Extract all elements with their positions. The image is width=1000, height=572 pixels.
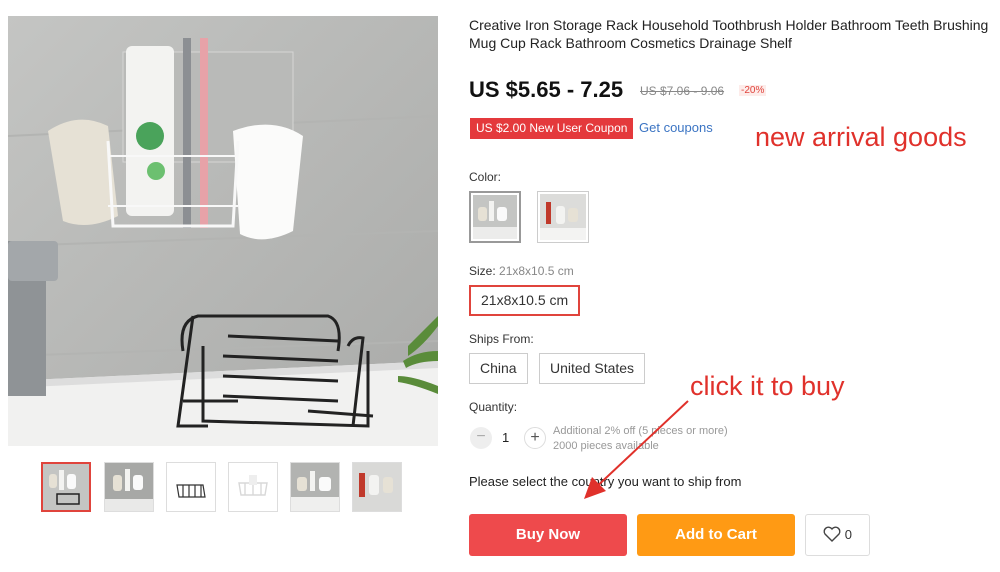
size-label: Size: 21x8x10.5 cm — [469, 264, 574, 278]
main-product-image — [8, 16, 438, 446]
ships-from-label: Ships From: — [469, 332, 534, 346]
annotation-arrow-icon — [584, 400, 689, 499]
color-label: Color: — [469, 170, 502, 184]
ships-from-china[interactable]: China — [469, 353, 528, 384]
original-price: US $7.06 - 9.06 — [640, 84, 725, 98]
quantity-increase-button[interactable]: + — [524, 427, 546, 449]
get-coupons-link[interactable]: Get coupons — [639, 120, 713, 135]
add-to-cart-button[interactable]: Add to Cart — [637, 514, 795, 556]
thumbnail-4[interactable] — [228, 462, 278, 512]
product-title: Creative Iron Storage Rack Household Too… — [469, 17, 989, 51]
buy-now-button[interactable]: Buy Now — [469, 514, 627, 556]
wishlist-count: 0 — [844, 527, 852, 542]
annotation-new-arrival: new arrival goods — [755, 122, 967, 152]
color-option-1[interactable] — [469, 191, 521, 243]
quantity-label: Quantity: — [469, 400, 518, 414]
new-user-coupon-badge: US $2.00 New User Coupon — [470, 118, 634, 139]
quantity-decrease-button[interactable]: − — [470, 427, 492, 449]
heart-icon — [823, 526, 841, 542]
annotation-click-to-buy: click it to buy — [690, 371, 845, 401]
price-range: US $5.65 - 7.25 — [469, 77, 624, 102]
size-selected-hint: 21x8x10.5 cm — [499, 264, 574, 278]
thumbnail-6[interactable] — [352, 462, 402, 512]
thumbnail-3[interactable] — [166, 462, 216, 512]
quantity-value[interactable]: 1 — [502, 430, 509, 445]
discount-badge: -20% — [739, 85, 767, 96]
color-option-2[interactable] — [537, 191, 589, 243]
thumbnail-2[interactable] — [104, 462, 154, 512]
thumbnail-5[interactable] — [290, 462, 340, 512]
wishlist-button[interactable]: 0 — [805, 514, 870, 556]
thumbnail-1[interactable] — [41, 462, 91, 512]
size-label-text: Size: — [469, 264, 496, 278]
ships-from-united-states[interactable]: United States — [539, 353, 646, 384]
size-option-21x8x10-5[interactable]: 21x8x10.5 cm — [469, 285, 581, 316]
